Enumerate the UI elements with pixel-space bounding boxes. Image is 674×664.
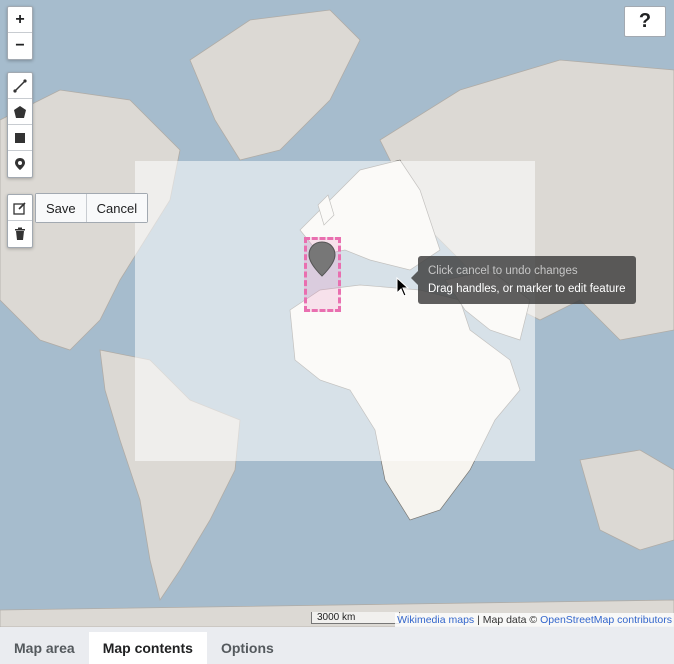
map-canvas[interactable]: Click cancel to undo changes Drag handle… bbox=[0, 0, 674, 627]
draw-toolbar bbox=[7, 72, 33, 178]
tooltip-text: Drag handles, or marker to edit feature bbox=[428, 283, 626, 295]
osm-contributors-link[interactable]: OpenStreetMap contributors bbox=[540, 614, 672, 626]
attribution-separator: | Map data © bbox=[474, 614, 541, 626]
tab-map-area[interactable]: Map area bbox=[0, 632, 89, 664]
tooltip-subtext: Click cancel to undo changes bbox=[428, 265, 578, 277]
tab-bar: Map area Map contents Options bbox=[0, 632, 674, 664]
edit-tooltip: Click cancel to undo changes Drag handle… bbox=[411, 256, 636, 304]
zoom-control: + − bbox=[7, 6, 33, 60]
save-button[interactable]: Save bbox=[36, 194, 87, 222]
edit-layers-button[interactable] bbox=[8, 195, 32, 221]
scale-bar: 3000 km bbox=[311, 612, 400, 624]
tab-map-contents[interactable]: Map contents bbox=[88, 632, 207, 664]
map-marker-icon[interactable] bbox=[308, 241, 336, 277]
zoom-in-button[interactable]: + bbox=[8, 7, 32, 33]
zoom-out-button[interactable]: − bbox=[8, 33, 32, 59]
draw-polygon-button[interactable] bbox=[8, 99, 32, 125]
mouse-cursor-icon bbox=[396, 277, 410, 297]
cancel-button[interactable]: Cancel bbox=[86, 194, 148, 222]
draw-polyline-button[interactable] bbox=[8, 73, 32, 99]
polyline-icon bbox=[13, 78, 27, 93]
marker-icon bbox=[15, 158, 25, 170]
edit-toolbar bbox=[7, 194, 33, 248]
wikimedia-maps-link[interactable]: Wikimedia maps bbox=[397, 614, 474, 626]
help-button[interactable]: ? bbox=[624, 6, 666, 37]
delete-layers-button[interactable] bbox=[8, 221, 32, 247]
edit-actions: Save Cancel bbox=[35, 193, 149, 223]
map-attribution: Wikimedia maps | Map data © OpenStreetMa… bbox=[395, 613, 674, 627]
trash-icon bbox=[15, 227, 25, 240]
polygon-icon bbox=[14, 105, 26, 118]
edit-icon bbox=[13, 201, 26, 215]
tab-options[interactable]: Options bbox=[207, 632, 288, 664]
rectangle-icon bbox=[15, 132, 25, 143]
draw-rectangle-button[interactable] bbox=[8, 125, 32, 151]
draw-marker-button[interactable] bbox=[8, 151, 32, 177]
